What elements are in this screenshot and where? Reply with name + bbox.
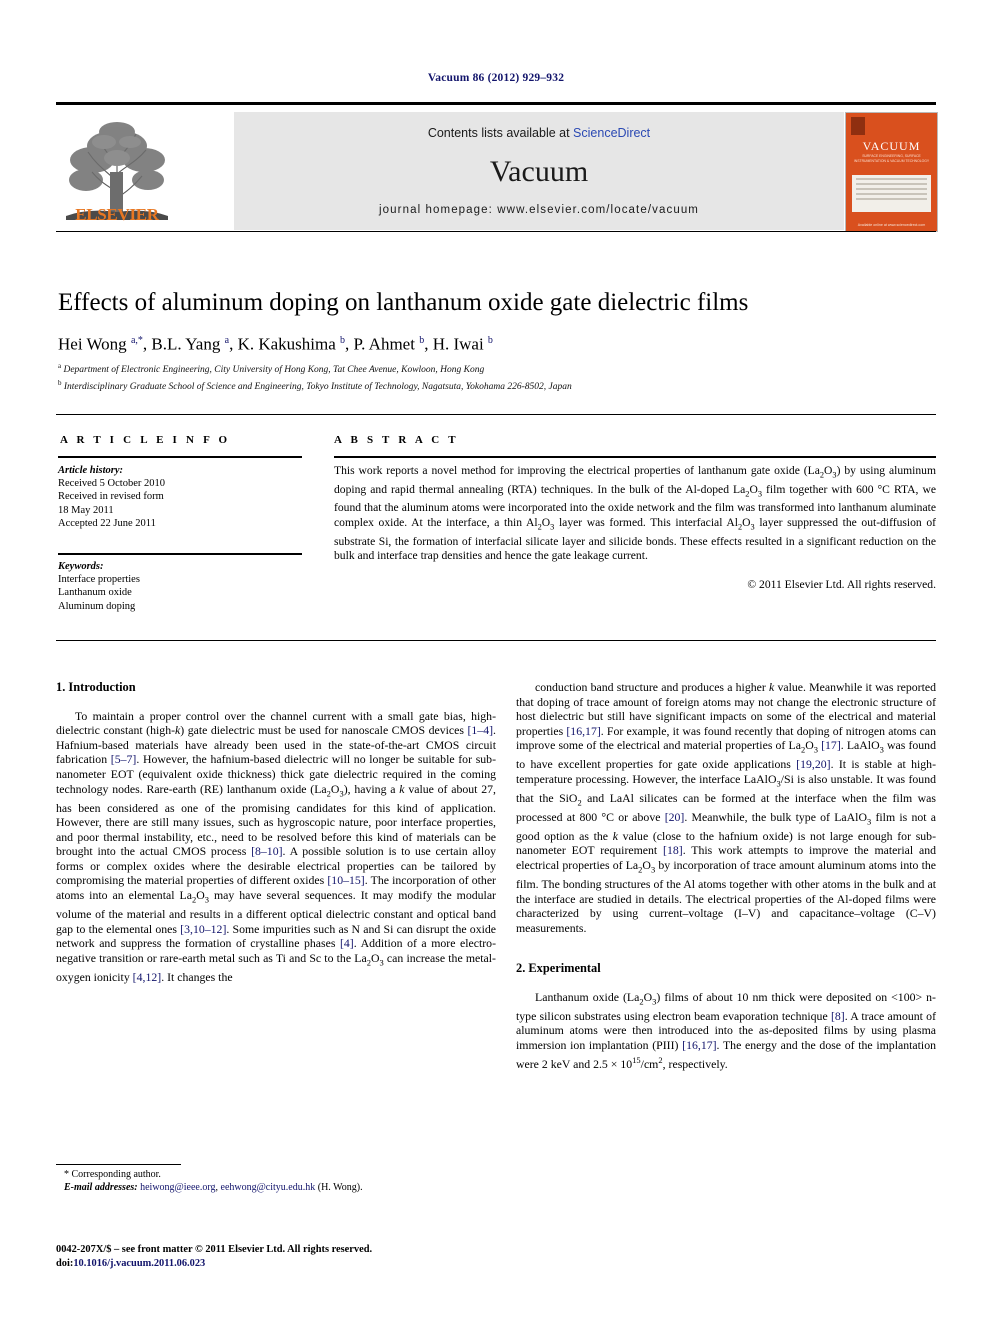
copyright-line: © 2011 Elsevier Ltd. All rights reserved…: [747, 578, 936, 591]
doi-label: doi:: [56, 1257, 74, 1269]
email-label: E-mail addresses:: [64, 1182, 138, 1193]
sciencedirect-link[interactable]: ScienceDirect: [573, 126, 650, 140]
masthead-bottom-rule: [56, 231, 936, 233]
abstract-rule: [334, 456, 936, 458]
keyword-item: Interface properties: [58, 574, 140, 586]
section-heading-introduction: 1. Introduction: [56, 680, 136, 694]
article-info-separator: [58, 553, 302, 555]
corresponding-author-note: * Corresponding author.: [64, 1169, 161, 1180]
paragraph-introduction-right: conduction band structure and produces a…: [516, 680, 937, 935]
email-link-primary[interactable]: heiwong@ieee.org: [140, 1182, 215, 1193]
article-history: Article history: Received 5 October 2010…: [58, 464, 306, 530]
paragraph-experimental: Lanthanum oxide (La2O3) films of about 1…: [516, 989, 936, 1071]
section-heading-experimental: 2. Experimental: [516, 961, 601, 976]
history-item: 18 May 2011: [58, 504, 114, 516]
journal-homepage-link[interactable]: journal homepage: www.elsevier.com/locat…: [234, 204, 844, 216]
article-info-rule: [58, 456, 302, 458]
article-title: Effects of aluminum doping on lanthanum …: [58, 289, 749, 316]
contents-available-line: Contents lists available at ScienceDirec…: [234, 126, 844, 140]
email-link-secondary[interactable]: eehwong@cityu.edu.hk: [221, 1182, 316, 1193]
email-addresses-note: E-mail addresses: heiwong@ieee.org, eehw…: [64, 1182, 363, 1193]
author-list: Hei Wong a,*, B.L. Yang a, K. Kakushima …: [58, 334, 493, 354]
footnote-rule: [56, 1164, 181, 1165]
keywords-block: Keywords: Interface properties Lanthanum…: [58, 560, 306, 613]
page-footer: 0042-207X/$ – see front matter © 2011 El…: [56, 1243, 556, 1270]
doi-link[interactable]: 10.1016/j.vacuum.2011.06.023: [73, 1258, 205, 1269]
article-info-heading: A R T I C L E I N F O: [60, 434, 231, 446]
journal-cover-thumbnail[interactable]: VACUUM SURFACE ENGINEERING, SURFACE INST…: [845, 112, 938, 232]
keywords-label: Keywords:: [58, 561, 104, 572]
paragraph-introduction-left: To maintain a proper control over the ch…: [56, 708, 497, 984]
contents-prefix: Contents lists available at: [427, 126, 574, 140]
cover-publisher-mark: [851, 117, 865, 135]
paper-page: Vacuum 86 (2012) 929–932 ELSEVIER Conten…: [0, 0, 992, 1323]
issn-front-matter: 0042-207X/$ – see front matter © 2011 El…: [56, 1244, 373, 1255]
body-column-left: 1. Introduction To maintain a proper con…: [56, 680, 496, 984]
elsevier-wordmark: ELSEVIER: [75, 205, 159, 224]
affiliation-b: b Interdisciplinary Graduate School of S…: [58, 378, 572, 392]
footnote-block: * Corresponding author. E-mail addresses…: [56, 1168, 496, 1194]
abstract-block-rule: [56, 640, 936, 641]
abstract-text: This work reports a novel method for imp…: [334, 464, 936, 562]
masthead-top-rule: [56, 102, 936, 105]
history-item: Received 5 October 2010: [58, 478, 166, 490]
history-item: Received in revised form: [58, 491, 164, 503]
keyword-item: Lanthanum oxide: [58, 587, 132, 599]
body-column-right: conduction band structure and produces a…: [516, 680, 936, 1071]
cover-footer: Available online at www.sciencedirect.co…: [857, 223, 926, 227]
journal-banner: Contents lists available at ScienceDirec…: [234, 112, 844, 230]
cover-subtitle: SURFACE ENGINEERING, SURFACE INSTRUMENTA…: [853, 154, 930, 163]
title-block-rule: [56, 414, 936, 415]
affiliation-a: a Department of Electronic Engineering, …: [58, 362, 485, 376]
cover-title: VACUUM: [862, 139, 921, 153]
article-history-label: Article history:: [58, 465, 124, 476]
cover-abstract-panel: [852, 175, 931, 212]
keyword-item: Aluminum doping: [58, 600, 136, 612]
history-item: Accepted 22 June 2011: [58, 517, 156, 529]
journal-masthead: ELSEVIER Contents lists available at Sci…: [56, 102, 938, 233]
abstract-heading: A B S T R A C T: [334, 434, 459, 446]
running-head: Vacuum 86 (2012) 929–932: [427, 72, 565, 84]
doi-line: doi:10.1016/j.vacuum.2011.06.023: [56, 1257, 556, 1271]
email-suffix: (H. Wong).: [317, 1182, 363, 1193]
affiliations: a Department of Electronic Engineering, …: [58, 360, 938, 393]
journal-title: Vacuum: [489, 155, 589, 188]
